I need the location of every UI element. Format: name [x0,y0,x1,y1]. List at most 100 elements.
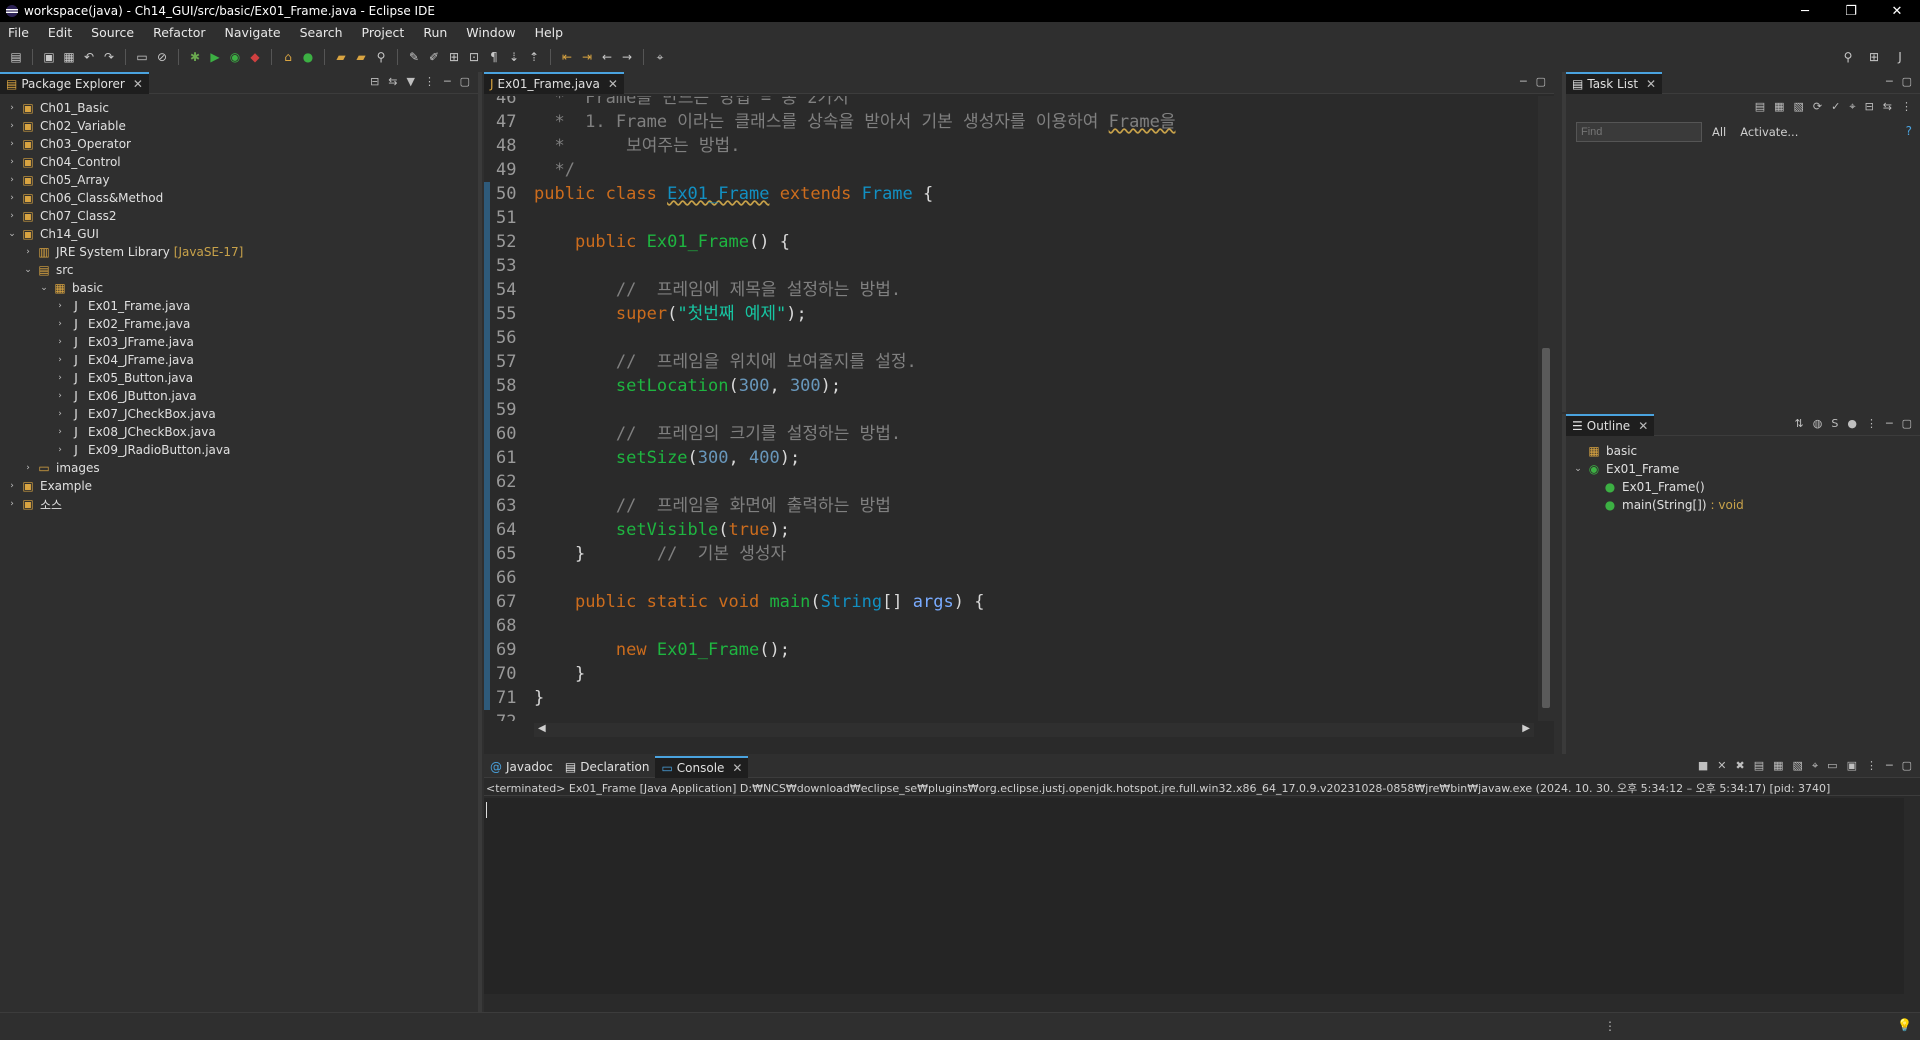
menu-help[interactable]: Help [535,25,564,40]
last-edit-icon[interactable]: ⇤ [559,49,575,65]
menu-window[interactable]: Window [466,25,515,40]
expand-icon[interactable]: › [6,211,18,221]
restore-button[interactable]: ❐ [1828,0,1874,22]
sort-icon[interactable]: ⇅ [1795,417,1804,430]
show-on-output-icon[interactable]: ▧ [1793,759,1803,773]
filter-icon[interactable]: ▼ [407,75,415,88]
menu-file[interactable]: File [8,25,29,40]
tree-item[interactable]: › J Ex01_Frame.java [0,297,478,315]
open-console-icon[interactable]: ▣ [1847,759,1857,773]
forward-edit-icon[interactable]: ⇥ [579,49,595,65]
expand-icon[interactable]: › [54,373,66,383]
java-perspective-icon[interactable]: J [1892,49,1908,65]
tab-ex01-frame[interactable]: J Ex01_Frame.java ✕ [484,71,624,94]
forward-icon[interactable]: → [619,49,635,65]
outline-item[interactable]: ⌄ ◉ Ex01_Frame [1572,460,1744,478]
expand-icon[interactable]: › [54,427,66,437]
editor-horizontal-scrollbar[interactable]: ◀ ▶ [534,723,1534,737]
pin-console-icon[interactable]: ⌖ [1812,759,1818,773]
redo-icon[interactable]: ↷ [101,49,117,65]
scheduled-icon[interactable]: ▧ [1794,100,1804,114]
tab-declaration[interactable]: ▤ Declaration [559,756,656,778]
new-icon[interactable]: ▤ [8,49,24,65]
minimize-icon[interactable]: ─ [1520,75,1527,88]
sync-icon[interactable]: ⟳ [1813,100,1822,114]
console-output[interactable] [484,798,1904,994]
close-icon[interactable]: ✕ [1638,419,1648,433]
terminal-icon[interactable]: ▭ [134,49,150,65]
expand-icon[interactable]: › [6,121,18,131]
expand-icon[interactable]: › [6,499,18,509]
expand-icon[interactable]: › [6,193,18,203]
maximize-icon[interactable]: ▢ [1902,75,1912,88]
editor-vertical-scrollbar[interactable] [1538,96,1554,721]
expand-icon[interactable]: › [54,319,66,329]
prev-annotation-icon[interactable]: ⇡ [526,49,542,65]
highlight-icon[interactable]: ✐ [426,49,442,65]
menu-project[interactable]: Project [362,25,405,40]
tree-item[interactable]: › J Ex09_JRadioButton.java [0,441,478,459]
minimize-icon[interactable]: ─ [1886,417,1893,430]
new-java-project-icon[interactable]: ⌂ [280,49,296,65]
code-editor[interactable]: 46 * Frame을 만드는 방법 = 총 2가지 47 * 1. Frame… [484,96,1534,721]
tree-item[interactable]: › J Ex03_JFrame.java [0,333,478,351]
remove-launch-icon[interactable]: ✕ [1717,759,1726,773]
collapse-icon[interactable]: ⌄ [6,229,18,239]
maximize-icon[interactable]: ▢ [1902,759,1912,773]
task-find-input[interactable] [1576,122,1702,142]
tree-item[interactable]: ⌄ ▤ src [0,261,478,279]
maximize-icon[interactable]: ▢ [460,75,470,88]
tree-item[interactable]: › J Ex04_JFrame.java [0,351,478,369]
activate-link[interactable]: Activate... [1740,125,1798,139]
save-all-icon[interactable]: ▦ [61,49,77,65]
help-icon[interactable]: ? [1906,124,1912,138]
hide-nonpublic-icon[interactable]: ● [1847,417,1857,430]
block-selection-icon[interactable]: ⊡ [466,49,482,65]
view-menu-icon[interactable]: ⋮ [424,75,435,88]
tree-item[interactable]: › ▣ Ch07_Class2 [0,207,478,225]
expand-icon[interactable]: › [54,445,66,455]
tree-item[interactable]: › J Ex07_JCheckBox.java [0,405,478,423]
tree-item[interactable]: › ▥ JRE System Library [JavaSE-17] [0,243,478,261]
expand-icon[interactable]: › [22,247,34,257]
minimize-icon[interactable]: ─ [444,75,451,88]
collapse-all-icon[interactable]: ⊟ [370,75,379,88]
search-icon[interactable]: ⚲ [1840,49,1856,65]
terminate-icon[interactable]: ■ [1698,759,1708,773]
maximize-icon[interactable]: ▢ [1536,75,1546,88]
close-button[interactable]: ✕ [1874,0,1920,22]
tree-item[interactable]: › ▣ Ch02_Variable [0,117,478,135]
expand-icon[interactable]: › [6,481,18,491]
annotation-icon[interactable]: ✎ [406,49,422,65]
view-menu-icon[interactable]: ⋮ [1901,100,1912,114]
hide-completed-icon[interactable]: ✓ [1831,100,1840,114]
collapse-all-icon[interactable]: ⊟ [1865,100,1874,114]
new-class-icon[interactable]: ● [300,49,316,65]
tree-item[interactable]: ⌄ ▣ Ch14_GUI [0,225,478,243]
tree-item[interactable]: › ▣ 소스 [0,495,478,513]
close-icon[interactable]: ✕ [133,77,143,91]
menu-navigate[interactable]: Navigate [225,25,281,40]
minimize-icon[interactable]: ─ [1886,75,1893,88]
collapse-icon[interactable]: ⌄ [38,283,50,293]
tree-item[interactable]: › J Ex08_JCheckBox.java [0,423,478,441]
remove-all-icon[interactable]: ✖ [1736,759,1745,773]
debug-icon[interactable]: ✱ [187,49,203,65]
tree-item[interactable]: › J Ex02_Frame.java [0,315,478,333]
menu-run[interactable]: Run [423,25,447,40]
expand-icon[interactable]: › [54,337,66,347]
tree-item[interactable]: ⌄ ▦ basic [0,279,478,297]
close-icon[interactable]: ✕ [732,761,742,775]
expand-icon[interactable]: › [54,301,66,311]
tree-item[interactable]: › ▣ Ch06_Class&Method [0,189,478,207]
all-link[interactable]: All [1712,125,1726,139]
tree-item[interactable]: › J Ex06_JButton.java [0,387,478,405]
external-tools-icon[interactable]: ◆ [247,49,263,65]
tree-item[interactable]: › J Ex05_Button.java [0,369,478,387]
close-icon[interactable]: ✕ [608,77,618,91]
tip-icon[interactable]: 💡 [1897,1018,1912,1032]
expand-icon[interactable]: › [6,157,18,167]
maximize-icon[interactable]: ▢ [1902,417,1912,430]
menu-refactor[interactable]: Refactor [153,25,205,40]
tab-outline[interactable]: ☰ Outline ✕ [1566,413,1655,436]
